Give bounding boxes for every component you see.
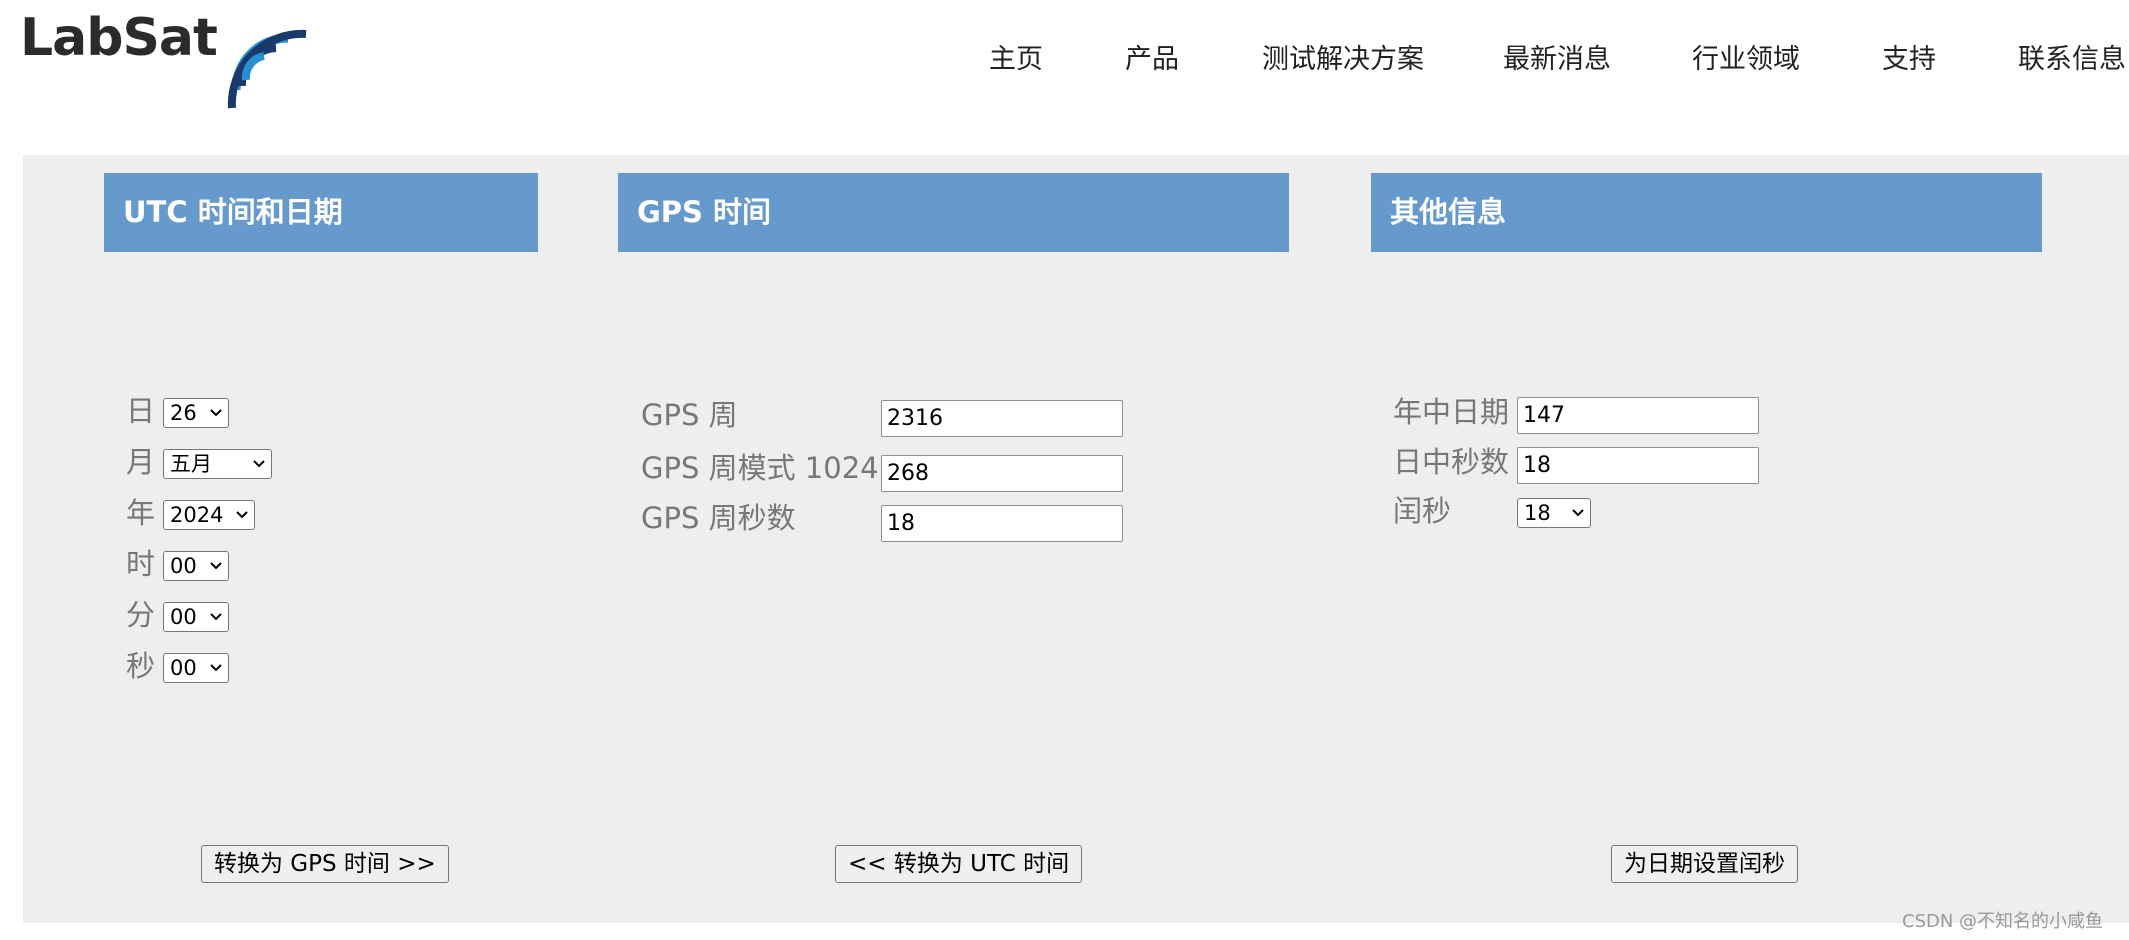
set-leap-seconds-button[interactable]: 为日期设置闰秒 xyxy=(1611,845,1798,883)
year-label: 年 xyxy=(126,496,156,530)
chevron-down-icon xyxy=(1572,509,1584,517)
nav-item-test-solutions[interactable]: 测试解决方案 xyxy=(1262,40,1424,80)
hour-label: 时 xyxy=(126,547,156,581)
nav-item-products[interactable]: 产品 xyxy=(1125,40,1179,80)
minute-select[interactable]: 00 xyxy=(163,602,229,632)
nav-item-support[interactable]: 支持 xyxy=(1882,40,1936,80)
leap-seconds-select[interactable]: 18 xyxy=(1517,498,1591,528)
watermark-text: CSDN @不知名的小咸鱼 xyxy=(1902,911,2104,932)
day-select-value: 26 xyxy=(170,401,197,425)
chevron-down-icon xyxy=(210,409,222,417)
year-select[interactable]: 2024 xyxy=(163,500,255,530)
gps-week-seconds-input[interactable]: 18 xyxy=(881,505,1123,542)
nav-item-news[interactable]: 最新消息 xyxy=(1503,40,1611,80)
chevron-down-icon xyxy=(210,562,222,570)
day-of-year-input[interactable]: 147 xyxy=(1517,397,1759,434)
second-select[interactable]: 00 xyxy=(163,653,229,683)
chevron-down-icon xyxy=(210,664,222,672)
day-label: 日 xyxy=(126,394,156,428)
month-label: 月 xyxy=(126,445,156,479)
month-select-value: 五月 xyxy=(170,452,212,476)
utc-section-title: UTC 时间和日期 xyxy=(104,173,538,252)
month-select[interactable]: 五月 xyxy=(163,449,272,479)
seconds-of-day-label: 日中秒数 xyxy=(1393,445,1510,479)
gps-week-mod-label: GPS 周模式 1024 xyxy=(641,451,879,485)
seconds-of-day-input[interactable]: 18 xyxy=(1517,447,1759,484)
gps-week-input[interactable]: 2316 xyxy=(881,400,1123,437)
main-nav: 主页 产品 测试解决方案 最新消息 行业领域 支持 联系信息 xyxy=(0,40,2129,80)
second-label: 秒 xyxy=(126,649,156,683)
hour-select-value: 00 xyxy=(170,554,197,578)
day-select[interactable]: 26 xyxy=(163,398,229,428)
gps-week-mod-input[interactable]: 268 xyxy=(881,455,1123,492)
leap-seconds-select-value: 18 xyxy=(1524,501,1551,525)
converter-panel: UTC 时间和日期 日 26 月 五月 年 2024 时 00 分 00 秒 0… xyxy=(23,155,2129,923)
other-info-section-title: 其他信息 xyxy=(1371,173,2042,252)
nav-item-industries[interactable]: 行业领域 xyxy=(1692,40,1800,80)
second-select-value: 00 xyxy=(170,656,197,680)
gps-section-title: GPS 时间 xyxy=(618,173,1289,252)
convert-to-utc-button[interactable]: << 转换为 UTC 时间 xyxy=(835,845,1083,883)
chevron-down-icon xyxy=(236,511,248,519)
year-select-value: 2024 xyxy=(170,503,224,527)
gps-week-label: GPS 周 xyxy=(641,398,738,432)
nav-item-home[interactable]: 主页 xyxy=(989,40,1043,80)
day-of-year-label: 年中日期 xyxy=(1393,395,1510,429)
minute-select-value: 00 xyxy=(170,605,197,629)
minute-label: 分 xyxy=(126,598,156,632)
gps-week-seconds-label: GPS 周秒数 xyxy=(641,501,796,535)
site-header: LabSat 主页 产品 测试解决方案 最新消息 行业领域 支持 联系信息 xyxy=(0,0,2129,155)
chevron-down-icon xyxy=(210,613,222,621)
hour-select[interactable]: 00 xyxy=(163,551,229,581)
convert-to-gps-button[interactable]: 转换为 GPS 时间 >> xyxy=(201,845,449,883)
chevron-down-icon xyxy=(253,460,265,468)
leap-seconds-label: 闰秒 xyxy=(1393,494,1452,528)
nav-item-contact[interactable]: 联系信息 xyxy=(2018,40,2126,80)
